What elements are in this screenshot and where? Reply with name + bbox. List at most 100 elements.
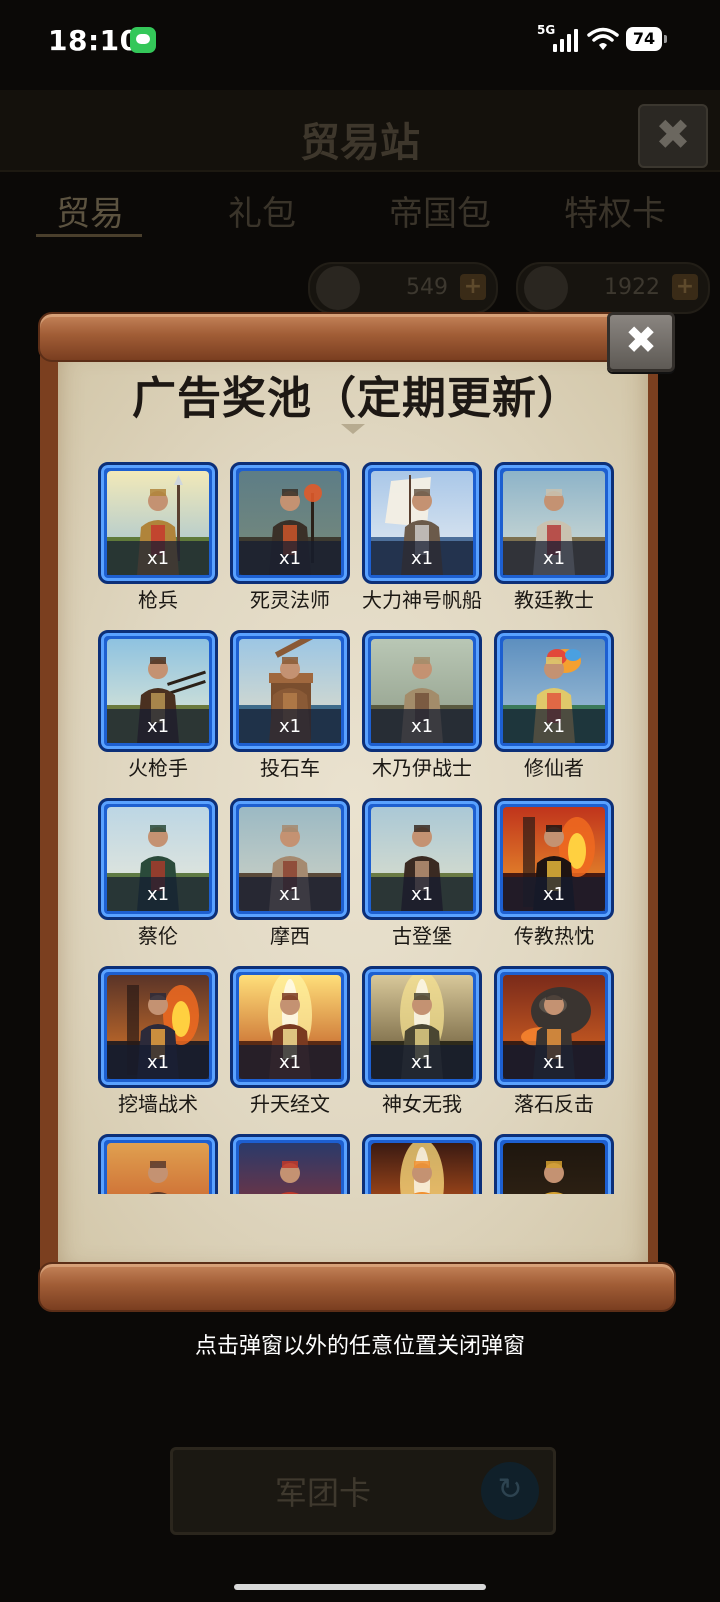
reward-quantity-bar: x1 <box>503 709 605 743</box>
signal-icon <box>553 28 579 52</box>
reward-item[interactable] <box>98 1134 218 1194</box>
reward-item-card[interactable]: x1 <box>98 798 218 920</box>
reward-item-card[interactable] <box>98 1134 218 1194</box>
reward-quantity-bar: x1 <box>107 877 209 911</box>
modal-close-button[interactable]: ✖ <box>607 312 675 372</box>
diamond-icon <box>524 266 568 310</box>
reward-quantity-bar: x1 <box>239 541 341 575</box>
reward-item-card[interactable]: x1 <box>362 462 482 584</box>
reward-item[interactable]: x1 蔡伦 <box>98 798 218 948</box>
background-tabs: 贸易 礼包 帝国包 特权卡 <box>0 180 720 240</box>
reward-item-name: 挖墙战术 <box>118 1092 198 1116</box>
reward-quantity: x1 <box>146 1052 170 1073</box>
reward-quantity: x1 <box>410 716 434 737</box>
tab-gift-pack: 礼包 <box>228 194 296 234</box>
background-header: 贸易站 ✖ <box>0 90 720 172</box>
laurel-add-icon: + <box>460 274 486 300</box>
reward-item-card[interactable]: x1 <box>494 966 614 1088</box>
reward-item-card[interactable] <box>494 1134 614 1194</box>
reward-quantity-bar: x1 <box>107 709 209 743</box>
reward-quantity-bar: x1 <box>107 1045 209 1079</box>
reward-item[interactable]: x1 传教热忱 <box>494 798 614 948</box>
reward-item-card[interactable]: x1 <box>362 798 482 920</box>
reward-quantity-bar: x1 <box>503 541 605 575</box>
wifi-icon <box>587 27 619 50</box>
reward-item-card[interactable] <box>230 1134 350 1194</box>
reward-item-card[interactable]: x1 <box>98 630 218 752</box>
reward-item-card[interactable]: x1 <box>362 630 482 752</box>
background-title: 贸易站 <box>300 119 420 166</box>
reward-item[interactable] <box>494 1134 614 1194</box>
reward-item-card[interactable]: x1 <box>494 630 614 752</box>
fire-gate-portrait <box>371 1143 473 1194</box>
reward-item[interactable] <box>230 1134 350 1194</box>
refresh-icon: ↻ <box>481 1462 539 1520</box>
reward-item-card[interactable]: x1 <box>494 798 614 920</box>
reward-item-card[interactable]: x1 <box>230 630 350 752</box>
laurel-coin-icon <box>316 266 360 310</box>
reward-item-name: 神女无我 <box>382 1092 462 1116</box>
reward-item[interactable] <box>362 1134 482 1194</box>
reward-item[interactable]: x1 神女无我 <box>362 966 482 1116</box>
reward-item-name: 修仙者 <box>524 756 584 780</box>
reward-item-name: 投石车 <box>260 756 320 780</box>
reward-quantity-bar: x1 <box>239 709 341 743</box>
reward-grid: x1 枪兵 x1 死灵法师 x1 大力神号帆船 x1 教廷教士 x1 火枪手 x1 投石车 x1 木乃伊战… <box>98 462 618 1194</box>
reward-item[interactable]: x1 摩西 <box>230 798 350 948</box>
golden-armor-portrait <box>503 1143 605 1194</box>
reward-item-card[interactable]: x1 <box>362 966 482 1088</box>
reward-item[interactable]: x1 死灵法师 <box>230 462 350 612</box>
reward-quantity: x1 <box>542 548 566 569</box>
reward-quantity: x1 <box>410 548 434 569</box>
robot-tree-portrait <box>107 1143 209 1194</box>
reward-item-name: 死灵法师 <box>250 588 330 612</box>
reward-item[interactable]: x1 古登堡 <box>362 798 482 948</box>
reward-item[interactable]: x1 大力神号帆船 <box>362 462 482 612</box>
reward-item[interactable]: x1 挖墙战术 <box>98 966 218 1116</box>
reward-item-card[interactable] <box>362 1134 482 1194</box>
reward-item-name: 升天经文 <box>250 1092 330 1116</box>
reward-quantity: x1 <box>278 884 302 905</box>
reward-quantity-bar: x1 <box>239 1045 341 1079</box>
reward-item-name: 大力神号帆船 <box>362 588 482 612</box>
reward-item-card[interactable]: x1 <box>98 966 218 1088</box>
reward-grid-scroll-area[interactable]: x1 枪兵 x1 死灵法师 x1 大力神号帆船 x1 教廷教士 x1 火枪手 x1 投石车 x1 木乃伊战… <box>98 462 618 1194</box>
reward-quantity-bar: x1 <box>371 877 473 911</box>
reward-item[interactable]: x1 木乃伊战士 <box>362 630 482 780</box>
shield-portrait <box>239 1143 341 1194</box>
reward-item-card[interactable]: x1 <box>230 798 350 920</box>
scroll-roll-top <box>38 312 656 362</box>
reward-item-name: 落石反击 <box>514 1092 594 1116</box>
status-time: 18:10 <box>48 24 140 57</box>
reward-item-name: 蔡伦 <box>138 924 178 948</box>
reward-item[interactable]: x1 修仙者 <box>494 630 614 780</box>
dismiss-hint[interactable]: 点击弹窗以外的任意位置关闭弹窗 <box>0 1328 720 1360</box>
active-tab-indicator <box>36 234 142 237</box>
tab-empire-pack: 帝国包 <box>389 194 491 234</box>
home-indicator[interactable] <box>234 1584 486 1590</box>
reward-item-card[interactable]: x1 <box>98 462 218 584</box>
reward-item-name: 枪兵 <box>138 588 178 612</box>
legion-card-label: 军团卡 <box>274 1474 371 1512</box>
reward-item[interactable]: x1 落石反击 <box>494 966 614 1116</box>
reward-item-name: 火枪手 <box>128 756 188 780</box>
reward-quantity: x1 <box>146 884 170 905</box>
reward-item-name: 木乃伊战士 <box>372 756 472 780</box>
reward-item-card[interactable]: x1 <box>230 462 350 584</box>
reward-item-name: 教廷教士 <box>514 588 594 612</box>
diamond-add-icon: + <box>672 274 698 300</box>
status-bar: 18:10 5G 74 <box>0 0 720 82</box>
reward-quantity: x1 <box>542 884 566 905</box>
reward-item[interactable]: x1 投石车 <box>230 630 350 780</box>
reward-item-card[interactable]: x1 <box>230 966 350 1088</box>
reward-item[interactable]: x1 火枪手 <box>98 630 218 780</box>
reward-quantity: x1 <box>146 548 170 569</box>
reward-item[interactable]: x1 教廷教士 <box>494 462 614 612</box>
reward-item-name: 古登堡 <box>392 924 452 948</box>
reward-quantity: x1 <box>542 1052 566 1073</box>
reward-quantity: x1 <box>278 1052 302 1073</box>
reward-item[interactable]: x1 枪兵 <box>98 462 218 612</box>
reward-item-card[interactable]: x1 <box>494 462 614 584</box>
reward-item[interactable]: x1 升天经文 <box>230 966 350 1116</box>
diamond-currency-value: 1922 <box>604 275 660 300</box>
